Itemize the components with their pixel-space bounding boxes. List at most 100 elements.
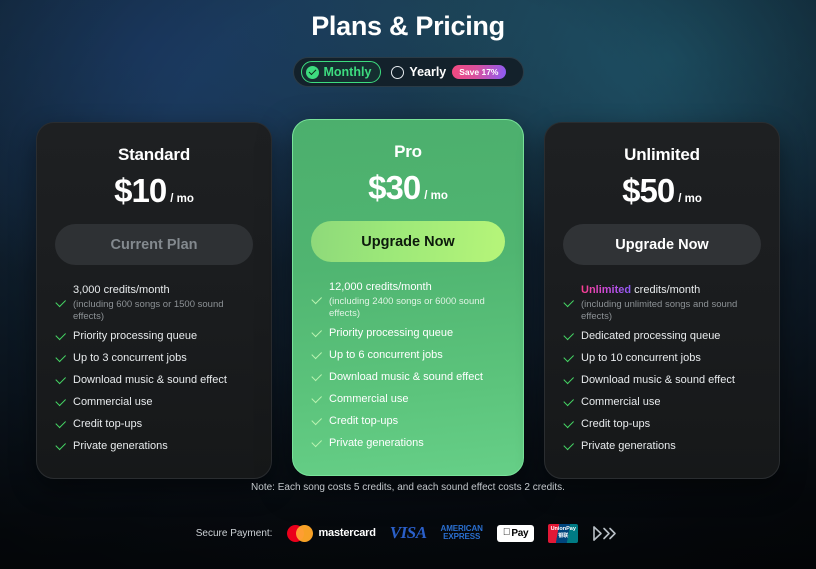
feature-item: Credit top-ups bbox=[311, 413, 505, 429]
check-icon bbox=[311, 438, 322, 449]
feature-label: Priority processing queue bbox=[329, 326, 454, 339]
feature-label: Up to 6 concurrent jobs bbox=[329, 348, 443, 361]
feature-item: Private generations bbox=[563, 438, 761, 454]
check-circle-icon bbox=[305, 65, 319, 79]
feature-sublabel: (including 600 songs or 1500 sound effec… bbox=[73, 298, 224, 322]
feature-item: Commercial use bbox=[311, 391, 505, 407]
plan-period-unlimited: / mo bbox=[678, 193, 702, 205]
amex-logo: AMERICAN EXPRESS bbox=[441, 524, 483, 541]
billing-toggle-container: Monthly Yearly Save 17% bbox=[0, 57, 816, 87]
plan-price-pro: $30 bbox=[368, 169, 421, 206]
feature-item: Unlimited credits/month (including unlim… bbox=[563, 283, 761, 323]
feature-sublabel: (including 2400 songs or 6000 sound effe… bbox=[329, 295, 485, 319]
feature-item: 12,000 credits/month (including 2400 son… bbox=[311, 280, 505, 320]
feature-item: Priority processing queue bbox=[311, 325, 505, 341]
feature-item: Up to 6 concurrent jobs bbox=[311, 347, 505, 363]
feature-item: Up to 10 concurrent jobs bbox=[563, 350, 761, 366]
payment-methods-row: Secure Payment: mastercard VISA AMERICAN… bbox=[0, 523, 816, 543]
plan-period-pro: / mo bbox=[424, 190, 448, 202]
plan-price-standard: $10 bbox=[114, 172, 167, 209]
pricing-cards: Standard $10 / mo Current Plan 3,000 cre… bbox=[36, 119, 780, 480]
feature-label: Credit top-ups bbox=[581, 417, 651, 430]
feature-label: Download music & sound effect bbox=[73, 373, 227, 386]
check-icon bbox=[55, 397, 66, 408]
plan-name-standard: Standard bbox=[117, 145, 191, 164]
feature-item: Download music & sound effect bbox=[55, 372, 253, 388]
feature-item: Priority processing queue bbox=[55, 328, 253, 344]
unionpay-wordmark: UnionPay bbox=[546, 526, 576, 533]
check-icon bbox=[55, 375, 66, 386]
feature-item: Credit top-ups bbox=[55, 416, 253, 432]
current-plan-button[interactable]: Current Plan bbox=[55, 224, 253, 265]
feature-label: Private generations bbox=[581, 439, 676, 452]
check-icon bbox=[563, 331, 574, 342]
amex-line-2: EXPRESS bbox=[443, 532, 481, 541]
plan-name-pro: Pro bbox=[394, 142, 422, 161]
check-icon bbox=[55, 331, 66, 342]
feature-label: Download music & sound effect bbox=[329, 370, 483, 383]
feature-label: Up to 10 concurrent jobs bbox=[581, 351, 701, 364]
visa-logo: VISA bbox=[389, 523, 427, 542]
feature-label: Unlimited credits/month bbox=[581, 283, 761, 298]
feature-label: Priority processing queue bbox=[73, 329, 198, 342]
plan-name-unlimited: Unlimited bbox=[624, 145, 700, 164]
feature-label: Dedicated processing queue bbox=[581, 329, 721, 342]
feature-item: Private generations bbox=[311, 435, 505, 451]
feature-label: 12,000 credits/month bbox=[329, 281, 432, 293]
billing-toggle[interactable]: Monthly Yearly Save 17% bbox=[292, 57, 524, 87]
plan-price-row-standard: $10 / mo bbox=[55, 174, 253, 207]
feature-label: Commercial use bbox=[581, 395, 661, 408]
check-icon bbox=[55, 298, 66, 309]
feature-item: Credit top-ups bbox=[563, 416, 761, 432]
plan-price-row-pro: $30 / mo bbox=[311, 171, 505, 204]
page-title: Plans & Pricing bbox=[311, 11, 505, 41]
check-icon bbox=[55, 419, 66, 430]
check-icon bbox=[563, 441, 574, 452]
plan-price-unlimited: $50 bbox=[622, 172, 675, 209]
billing-option-yearly[interactable]: Yearly Save 17% bbox=[386, 61, 515, 83]
feature-item: Download music & sound effect bbox=[563, 372, 761, 388]
plan-period-standard: / mo bbox=[170, 193, 194, 205]
feature-list-standard: 3,000 credits/month (including 600 songs… bbox=[55, 283, 253, 454]
check-icon bbox=[563, 353, 574, 364]
mastercard-circles-icon bbox=[287, 524, 314, 542]
check-icon bbox=[311, 350, 322, 361]
feature-item: Up to 3 concurrent jobs bbox=[55, 350, 253, 366]
feature-item: 3,000 credits/month (including 600 songs… bbox=[55, 283, 253, 323]
billing-option-monthly[interactable]: Monthly bbox=[300, 61, 382, 83]
billing-option-monthly-label: Monthly bbox=[323, 65, 372, 79]
feature-sublabel: (including unlimited songs and sound eff… bbox=[581, 298, 738, 322]
check-icon bbox=[563, 419, 574, 430]
check-icon bbox=[563, 397, 574, 408]
radio-empty-icon bbox=[391, 65, 405, 79]
feature-item: Download music & sound effect bbox=[311, 369, 505, 385]
feature-label: Commercial use bbox=[73, 395, 153, 408]
feature-list-unlimited: Unlimited credits/month (including unlim… bbox=[563, 283, 761, 454]
feature-item: Commercial use bbox=[55, 394, 253, 410]
feature-item: Private generations bbox=[55, 438, 253, 454]
upgrade-now-button-pro[interactable]: Upgrade Now bbox=[311, 221, 505, 262]
check-icon bbox=[563, 298, 574, 309]
plan-card-unlimited[interactable]: Unlimited $50 / mo Upgrade Now Unlimited… bbox=[544, 122, 780, 480]
unionpay-logo: UnionPay 银联 bbox=[546, 523, 579, 543]
plan-price-row-unlimited: $50 / mo bbox=[563, 174, 761, 207]
plan-card-pro[interactable]: Pro $30 / mo Upgrade Now 12,000 credits/… bbox=[292, 119, 524, 477]
feature-item: Dedicated processing queue bbox=[563, 328, 761, 344]
feature-list-pro: 12,000 credits/month (including 2400 son… bbox=[311, 280, 505, 451]
plan-card-standard[interactable]: Standard $10 / mo Current Plan 3,000 cre… bbox=[36, 122, 272, 480]
feature-label: Up to 3 concurrent jobs bbox=[73, 351, 187, 364]
upgrade-now-button-unlimited[interactable]: Upgrade Now bbox=[563, 224, 761, 265]
feature-label: Commercial use bbox=[329, 392, 409, 405]
check-icon bbox=[311, 295, 322, 306]
feature-label: Credit top-ups bbox=[73, 417, 143, 430]
feature-label: 3,000 credits/month bbox=[73, 284, 170, 296]
unlimited-gradient-word: Unlimited bbox=[581, 284, 632, 296]
feature-label: Credit top-ups bbox=[329, 414, 399, 427]
save-badge: Save 17% bbox=[452, 64, 506, 80]
mastercard-logo: mastercard bbox=[287, 524, 376, 542]
unionpay-cn-wordmark: 银联 bbox=[554, 532, 568, 539]
feature-label: Download music & sound effect bbox=[581, 373, 735, 386]
check-icon bbox=[311, 328, 322, 339]
feature-label-rest: credits/month bbox=[631, 284, 701, 296]
apple-pay-logo:  Pay bbox=[496, 524, 535, 542]
